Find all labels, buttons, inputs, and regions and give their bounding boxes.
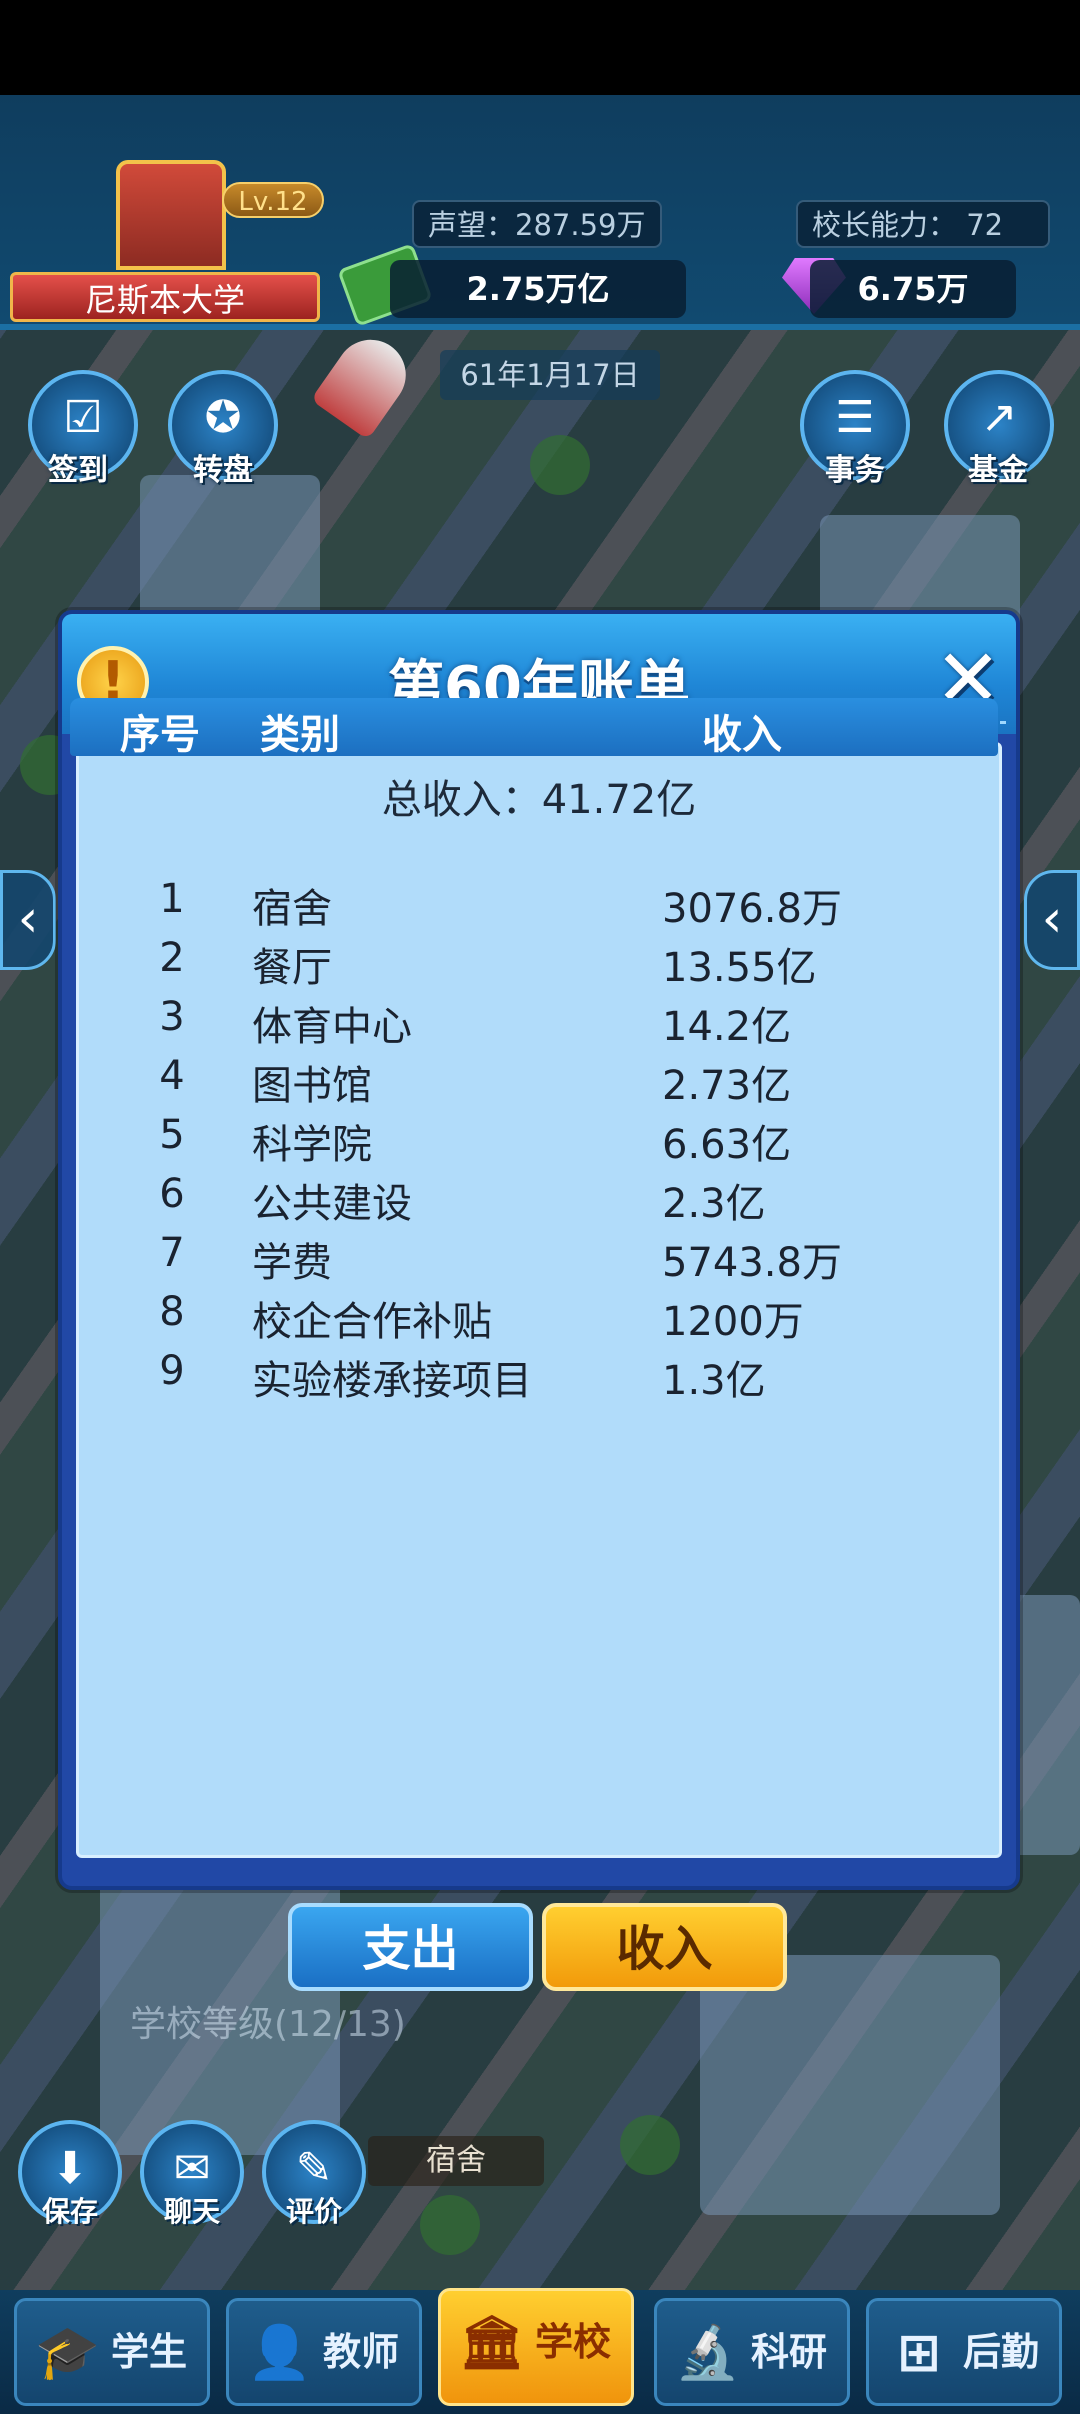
checkin-label: 签到 [48, 453, 108, 488]
gem-amount: 6.75万 [810, 260, 1016, 318]
clipboard-icon: ☰ [835, 392, 875, 443]
school-grade: 学校等级(12/13) [130, 2004, 406, 2045]
reputation-stat: 声望：287.59万 [412, 200, 662, 248]
table-row: 3 体育中心 14.2亿 [62, 990, 1016, 1050]
row-income: 2.3亿 [662, 1181, 766, 1227]
row-no: 6 [159, 1171, 185, 1217]
row-category: 体育中心 [252, 1004, 412, 1050]
row-category: 科学院 [252, 1122, 372, 1168]
table-header: 序号 类别 收入 [70, 698, 998, 758]
tab-income[interactable]: 收入 [542, 1903, 787, 1991]
status-bar [0, 0, 1080, 95]
row-category: 实验楼承接项目 [252, 1358, 532, 1404]
prev-arrow-icon[interactable]: ‹ [0, 870, 56, 970]
table-row: 5 科学院 6.63亿 [62, 1108, 1016, 1168]
microscope-icon: 🔬 [675, 2323, 740, 2383]
row-category: 餐厅 [252, 945, 332, 991]
calendar-check-icon: ☑ [63, 392, 103, 443]
next-arrow-icon[interactable]: ‹ [1024, 870, 1080, 970]
table-row: 9 实验楼承接项目 1.3亿 [62, 1344, 1016, 1404]
prize-wheel-icon: ✪ [204, 392, 242, 443]
game-date: 61年1月17日 [440, 350, 660, 400]
row-income: 2.73亿 [662, 1063, 792, 1109]
columns-building-icon: 🏛 [459, 2313, 526, 2373]
row-no: 5 [159, 1112, 185, 1158]
person-icon: 👤 [247, 2323, 312, 2383]
nav-teachers[interactable]: 👤 教师 [226, 2298, 422, 2406]
school-building-icon [116, 160, 226, 270]
row-category: 图书馆 [252, 1063, 372, 1109]
row-category: 学费 [252, 1240, 332, 1286]
table-row: 8 校企合作补贴 1200万 [62, 1285, 1016, 1345]
dorm-building-tag[interactable]: 宿舍 [368, 2136, 544, 2186]
row-income: 3076.8万 [662, 886, 842, 932]
school-level-badge: Lv.12 [222, 182, 324, 218]
wheel-label: 转盘 [193, 453, 253, 488]
row-income: 6.63亿 [662, 1122, 792, 1168]
principal-ability-stat: 校长能力： 72 [796, 200, 1050, 248]
row-category: 校企合作补贴 [252, 1299, 492, 1345]
row-no: 7 [159, 1230, 185, 1276]
graduation-cap-icon: 🎓 [35, 2323, 100, 2383]
row-category: 宿舍 [252, 886, 332, 932]
nav-logistics-label: 后勤 [962, 2330, 1039, 2374]
download-icon: ⬇ [51, 2143, 89, 2194]
table-row: 4 图书馆 2.73亿 [62, 1049, 1016, 1109]
row-income: 1.3亿 [662, 1358, 766, 1404]
row-no: 1 [159, 876, 185, 922]
column-header-income: 收入 [702, 712, 782, 758]
nav-teachers-label: 教师 [322, 2330, 399, 2374]
table-row: 7 学费 5743.8万 [62, 1226, 1016, 1286]
review-label: 评价 [285, 2195, 342, 2228]
row-income: 14.2亿 [662, 1004, 792, 1050]
row-income: 5743.8万 [662, 1240, 842, 1286]
table-row: 1 宿舍 3076.8万 [62, 872, 1016, 932]
save-label: 保存 [41, 2195, 98, 2228]
school-name[interactable]: 尼斯本大学 [10, 272, 320, 322]
row-no: 2 [159, 935, 185, 981]
chat-label: 聊天 [163, 2195, 220, 2228]
fund-label: 基金 [968, 453, 1028, 488]
row-category: 公共建设 [252, 1181, 412, 1227]
nav-school[interactable]: 🏛 学校 [438, 2288, 634, 2406]
tab-spend[interactable]: 支出 [288, 1903, 533, 1991]
row-no: 8 [159, 1289, 185, 1335]
affairs-label: 事务 [825, 453, 885, 488]
total-income: 总收入：41.72亿 [381, 777, 697, 823]
row-income: 1200万 [662, 1299, 804, 1345]
table-row: 6 公共建设 2.3亿 [62, 1167, 1016, 1227]
column-header-no: 序号 [120, 712, 200, 758]
chat-bubble-icon: ✉ [173, 2143, 211, 2194]
nav-students-label: 学生 [110, 2330, 187, 2374]
table-row: 2 餐厅 13.55亿 [62, 931, 1016, 991]
column-header-category: 类别 [260, 712, 340, 758]
trend-chart-icon: ↗ [980, 392, 1018, 443]
nav-research-label: 科研 [750, 2330, 827, 2374]
row-income: 13.55亿 [662, 945, 817, 991]
nav-logistics[interactable]: ⊞ 后勤 [866, 2298, 1062, 2406]
nav-students[interactable]: 🎓 学生 [14, 2298, 210, 2406]
row-no: 9 [159, 1348, 185, 1394]
nav-research[interactable]: 🔬 科研 [654, 2298, 850, 2406]
row-no: 3 [159, 994, 185, 1040]
row-no: 4 [159, 1053, 185, 1099]
nav-school-label: 学校 [534, 2320, 611, 2364]
annual-bill-dialog: ! 第60年账单 ✕ 总收入：41.72亿 序号 类别 收入 1 宿舍 3076… [58, 610, 1020, 1890]
medical-kit-icon: ⊞ [897, 2323, 941, 2383]
money-amount: 2.75万亿 [390, 260, 686, 318]
pencil-icon: ✎ [295, 2143, 333, 2194]
